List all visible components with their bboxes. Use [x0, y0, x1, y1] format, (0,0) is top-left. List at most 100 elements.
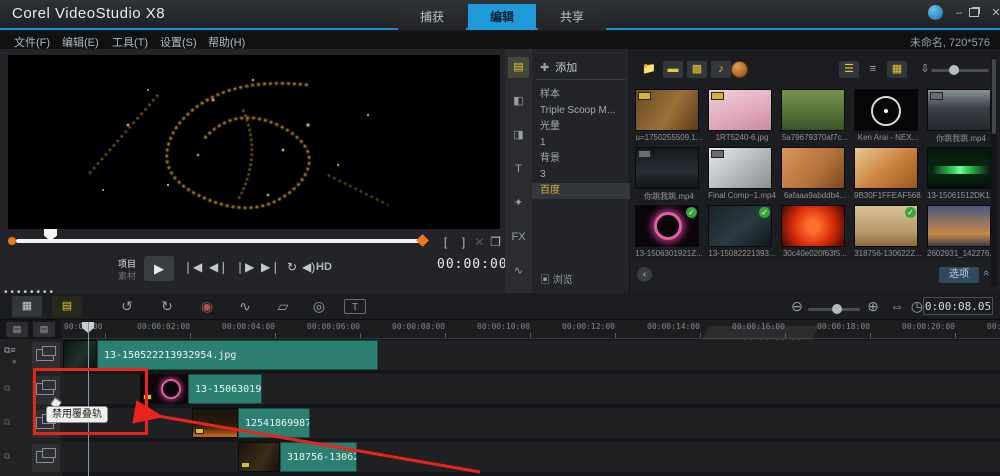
folder-guangliang[interactable]: 光量 [532, 119, 630, 135]
record-import-icon[interactable] [731, 61, 748, 78]
annotation-arrow [132, 400, 481, 474]
menu-settings[interactable]: 设置(S) [160, 34, 197, 50]
media-thumbnail[interactable]: 你跳我跳.mp4 [635, 147, 703, 202]
scene-badge [711, 92, 724, 100]
folder-1[interactable]: 1 [532, 135, 630, 151]
show-audio-icon[interactable]: ♪ [711, 61, 731, 78]
file-name: 你跳我跳.mp4 [936, 134, 986, 143]
thumbnail-size-slider[interactable] [931, 69, 989, 72]
video-badge [930, 92, 943, 100]
scene-badge [638, 92, 651, 100]
thumbnail-size-knob[interactable] [949, 65, 959, 75]
account-icon[interactable] [928, 5, 943, 20]
file-name: Final Comp~1.mp4 [708, 191, 776, 200]
menu-edit[interactable]: 编辑(E) [62, 34, 99, 50]
media-thumbnail[interactable]: 13-15082221393... [708, 205, 776, 258]
file-name: 13-15082221393... [708, 249, 776, 258]
file-name: 13-1506301921Z... [635, 249, 703, 258]
app-window: Corel VideoStudio X8 捕获 编辑 共享 – ✕ 文件(F) … [0, 0, 1000, 476]
file-name: 你跳我跳.mp4 [644, 192, 694, 201]
detail-view-icon[interactable]: ≡ [863, 61, 883, 78]
graphics-icon[interactable]: ✦ [508, 193, 529, 214]
next-frame-button[interactable]: ❘▶ [235, 260, 254, 274]
prev-frame-button[interactable]: ◀❘ [209, 260, 228, 274]
media-thumbnail[interactable]: 2602931_142276... [927, 205, 995, 258]
thumbnail-view-icon[interactable]: ▦ [887, 61, 907, 78]
mark-in-button[interactable]: [ [438, 235, 453, 250]
go-start-button[interactable]: ❘◀ [183, 260, 202, 274]
media-thumbnail[interactable]: 30c40e020f63f5... [781, 205, 849, 258]
enlarge-preview-button[interactable]: ❐ [488, 235, 503, 250]
folder-3[interactable]: 3 [532, 167, 630, 183]
transition-icon[interactable]: ◨ [508, 125, 529, 146]
scrubber-track[interactable] [16, 239, 420, 243]
add-folder-label: 添加 [555, 62, 578, 74]
trim-end-handle[interactable] [416, 234, 429, 247]
in-use-check-icon [905, 207, 916, 218]
file-name: 1RT5240-6.jpg [715, 133, 769, 142]
media-thumbnail[interactable]: Ken Arai - NEX... [854, 89, 922, 142]
library-panel: ▤ ◧ ◨ T ✦ FX ∿ ✚ 添加 样本 Triple Scoop M... … [505, 49, 1000, 293]
mode-clip-label[interactable]: 素材 [118, 269, 136, 282]
list-view-icon[interactable]: ☰ [839, 61, 859, 78]
motion-path-icon[interactable]: ∿ [508, 261, 529, 282]
video-badge [711, 150, 724, 158]
go-end-button[interactable]: ▶❘ [261, 260, 280, 274]
in-use-check-icon [686, 207, 697, 218]
close-button[interactable]: ✕ [988, 6, 1000, 20]
menu-tools[interactable]: 工具(T) [112, 34, 148, 50]
back-button[interactable]: ‹ [637, 267, 652, 282]
library-content: 📁 ▬ ▩ ♪ ☰ ≡ ▦ ⇩ u=1750255509,1... 1RT524… [631, 49, 1000, 293]
media-thumbnail[interactable]: 1RT5240-6.jpg [708, 89, 776, 142]
repeat-button[interactable]: ↻ [287, 260, 297, 274]
video-preview[interactable] [8, 55, 500, 229]
light-ring-art [654, 212, 682, 240]
volume-icon[interactable]: ◀) [302, 260, 315, 274]
tab-edit[interactable]: 编辑 [468, 4, 536, 30]
vinyl-record-art [871, 96, 901, 126]
menu-help[interactable]: 帮助(H) [208, 34, 245, 50]
title-bar: Corel VideoStudio X8 捕获 编辑 共享 – ✕ [0, 0, 1000, 30]
video-badge [638, 150, 651, 158]
media-thumbnail[interactable]: Final Comp~1.mp4 [708, 147, 776, 200]
media-thumbnail[interactable]: 318756-130622Z... [854, 205, 922, 258]
folder-background[interactable]: 背景 [532, 151, 630, 167]
folder-baidu-selected[interactable]: 百度 [532, 183, 630, 199]
browse-label: 浏览 [552, 275, 573, 286]
app-title: Corel VideoStudio X8 [12, 5, 166, 22]
play-button[interactable]: ▶ [144, 256, 174, 281]
media-thumbnail[interactable]: 13-15061512DK1... [927, 147, 995, 200]
audio-waveform-art [932, 166, 988, 174]
add-folder-button[interactable]: ✚ 添加 [540, 59, 577, 75]
options-button[interactable]: 选项 [939, 267, 979, 283]
folder-triple-scoop[interactable]: Triple Scoop M... [532, 103, 630, 119]
import-folder-icon[interactable]: 📁 [639, 61, 659, 78]
media-thumbnail[interactable]: 6afaaa9abddb4... [781, 147, 849, 200]
media-thumbnail[interactable]: 5a79679370af7c... [781, 89, 849, 142]
split-clip-button[interactable]: ✕ [472, 235, 487, 250]
restore-button[interactable] [969, 8, 979, 17]
file-name: 5a79679370af7c... [781, 133, 849, 142]
menu-file[interactable]: 文件(F) [14, 34, 50, 50]
trim-start-handle[interactable] [8, 237, 16, 245]
browse-button[interactable]: ▣ 浏览 [540, 271, 573, 286]
hd-toggle[interactable]: HD [316, 261, 332, 273]
media-thumbnail[interactable]: u=1750255509,1... [635, 89, 703, 142]
media-thumbnail[interactable]: 你跳我跳.mp4 [927, 89, 995, 144]
instant-project-icon[interactable]: ◧ [508, 91, 529, 112]
show-videos-icon[interactable]: ▬ [663, 61, 683, 78]
tab-capture[interactable]: 捕获 [398, 4, 466, 30]
tab-share[interactable]: 共享 [538, 4, 606, 30]
title-icon[interactable]: T [508, 159, 529, 180]
show-photos-icon[interactable]: ▩ [687, 61, 707, 78]
library-category-strip: ▤ ◧ ◨ T ✦ FX ∿ [505, 49, 532, 293]
media-thumbnail[interactable]: 9B30F1FFEAF568... [854, 147, 922, 200]
file-name: 13-15061512DK1... [927, 191, 995, 200]
library-scrollbar-thumb[interactable] [992, 59, 996, 134]
filter-fx-icon[interactable]: FX [508, 227, 529, 248]
mark-out-button[interactable]: ] [456, 235, 471, 250]
media-icon[interactable]: ▤ [508, 57, 529, 78]
media-thumbnail[interactable]: 13-1506301921Z... [635, 205, 703, 258]
folder-samples[interactable]: 样本 [532, 87, 630, 103]
minimize-button[interactable]: – [951, 6, 967, 20]
